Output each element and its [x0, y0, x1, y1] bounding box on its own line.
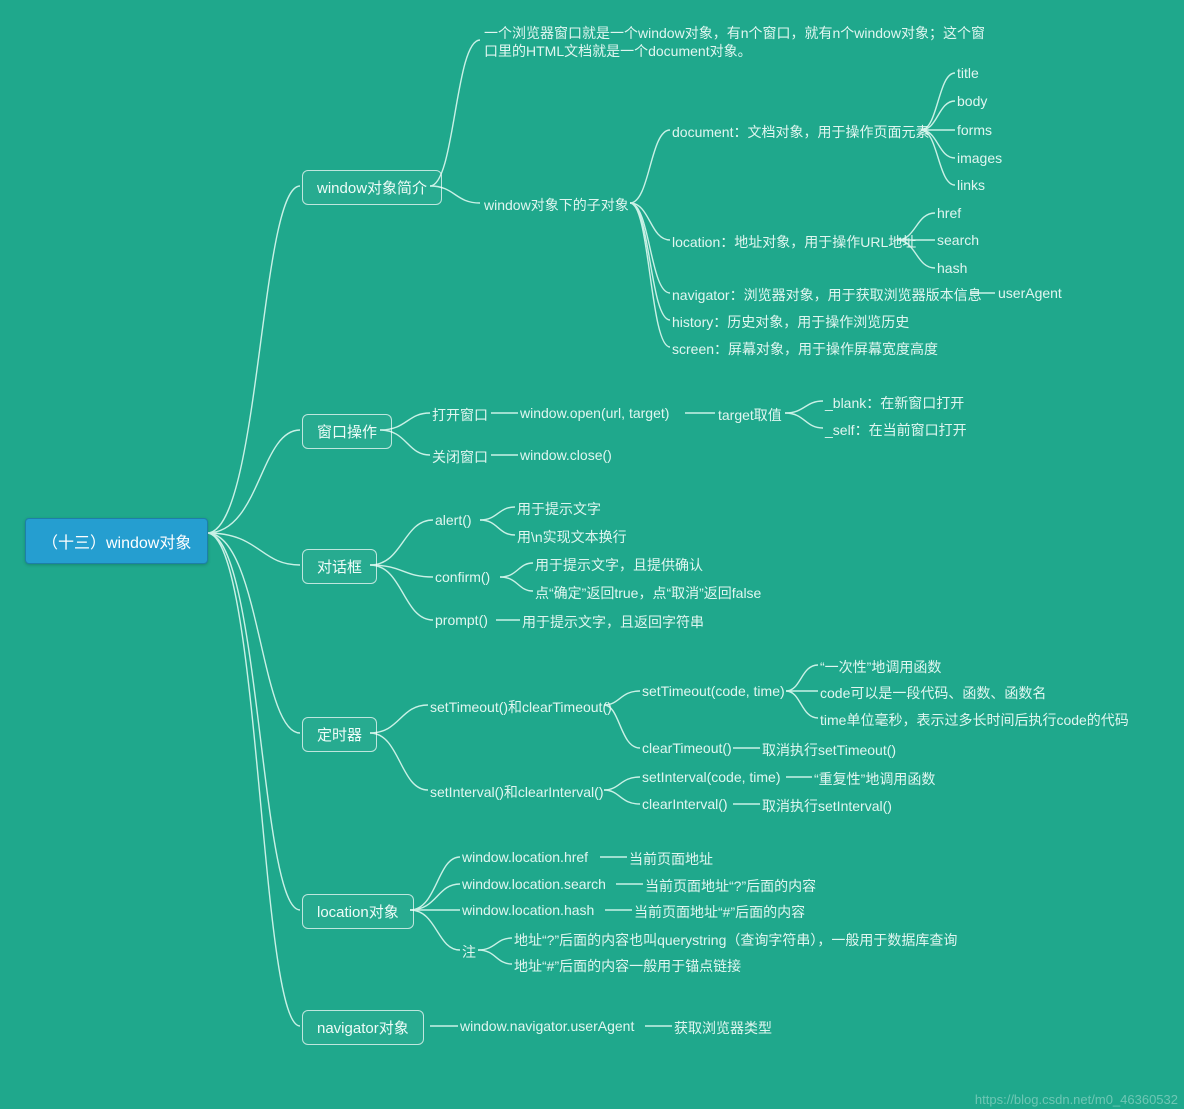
b2-close-window: 关闭窗口: [432, 447, 488, 467]
b3-prompt: prompt(): [435, 612, 488, 628]
b2-target-values: target取值: [718, 405, 782, 425]
b5-search: window.location.search: [462, 876, 606, 892]
b1-doc-links: links: [957, 177, 985, 193]
b1-doc-forms: forms: [957, 122, 992, 138]
root-node[interactable]: （十三）window对象: [25, 518, 208, 564]
b5-hash: window.location.hash: [462, 902, 594, 918]
b3-confirm: confirm(): [435, 569, 490, 585]
branch-navigator[interactable]: navigator对象: [302, 1010, 424, 1045]
b4-cleartimeout: clearTimeout(): [642, 740, 732, 756]
b4-settimeout-d3: time单位毫秒，表示过多长时间后执行code的代码: [820, 710, 1129, 730]
b4-cleartimeout-d: 取消执行setTimeout(): [762, 740, 896, 760]
b5-note1: 地址“?”后面的内容也叫querystring（查询字符串），一般用于数据库查询: [514, 930, 957, 950]
b2-open-fn: window.open(url, target): [520, 405, 669, 421]
b4-clearinterval: clearInterval(): [642, 796, 728, 812]
b1-desc-line1: 一个浏览器窗口就是一个window对象，有n个窗口，就有n个window对象；这…: [484, 23, 985, 43]
b2-close-fn: window.close(): [520, 447, 612, 463]
b1-screen: screen：屏幕对象，用于操作屏幕宽度高度: [672, 339, 938, 359]
b6-useragent: window.navigator.userAgent: [460, 1018, 634, 1034]
b1-desc-line2: 口里的HTML文档就是一个document对象。: [484, 41, 752, 61]
b5-search-d: 当前页面地址“?”后面的内容: [645, 876, 816, 896]
b4-setinterval-d: “重复性”地调用函数: [814, 769, 935, 789]
b5-hash-d: 当前页面地址“#”后面的内容: [634, 902, 805, 922]
b3-confirm-d1: 用于提示文字，且提供确认: [535, 555, 703, 575]
b2-target-self: _self：在当前窗口打开: [825, 420, 967, 440]
b1-doc-body: body: [957, 93, 987, 109]
b1-doc-title: title: [957, 65, 979, 81]
branch-window-ops[interactable]: 窗口操作: [302, 414, 392, 449]
b2-target-blank: _blank：在新窗口打开: [825, 393, 964, 413]
b3-prompt-d1: 用于提示文字，且返回字符串: [522, 612, 704, 632]
b5-href-d: 当前页面地址: [629, 849, 713, 869]
b4-clearinterval-d: 取消执行setInterval(): [762, 796, 892, 816]
b4-settimeout-d1: “一次性”地调用函数: [820, 657, 941, 677]
watermark: https://blog.csdn.net/m0_46360532: [975, 1092, 1178, 1107]
branch-timers[interactable]: 定时器: [302, 717, 377, 752]
b1-nav-useragent: userAgent: [998, 285, 1062, 301]
branch-dialogs[interactable]: 对话框: [302, 549, 377, 584]
b6-useragent-d: 获取浏览器类型: [674, 1018, 772, 1038]
b1-loc-search: search: [937, 232, 979, 248]
b4-settimeout-call: setTimeout(code, time): [642, 683, 785, 699]
branch-window-intro[interactable]: window对象简介: [302, 170, 442, 205]
b1-document: document：文档对象，用于操作页面元素: [672, 122, 929, 142]
branch-location[interactable]: location对象: [302, 894, 414, 929]
b4-settimeout-group: setTimeout()和clearTimeout(): [430, 697, 612, 717]
b2-open-window: 打开窗口: [432, 405, 488, 425]
b1-subobjects: window对象下的子对象: [484, 195, 629, 215]
b4-setinterval-group: setInterval()和clearInterval(): [430, 782, 604, 802]
b4-setinterval-call: setInterval(code, time): [642, 769, 781, 785]
b5-note2: 地址“#”后面的内容一般用于锚点链接: [514, 956, 741, 976]
b1-history: history：历史对象，用于操作浏览历史: [672, 312, 909, 332]
b3-alert: alert(): [435, 512, 472, 528]
b3-alert-d2: 用\n实现文本换行: [517, 527, 627, 547]
b3-alert-d1: 用于提示文字: [517, 499, 601, 519]
b1-location: location：地址对象，用于操作URL地址: [672, 232, 916, 252]
b5-note: 注: [462, 942, 476, 962]
b4-settimeout-d2: code可以是一段代码、函数、函数名: [820, 683, 1046, 703]
b5-href: window.location.href: [462, 849, 588, 865]
b1-navigator: navigator：浏览器对象，用于获取浏览器版本信息: [672, 285, 982, 305]
b1-loc-hash: hash: [937, 260, 967, 276]
b1-doc-images: images: [957, 150, 1002, 166]
b1-loc-href: href: [937, 205, 961, 221]
b3-confirm-d2: 点“确定”返回true，点“取消”返回false: [535, 583, 761, 603]
